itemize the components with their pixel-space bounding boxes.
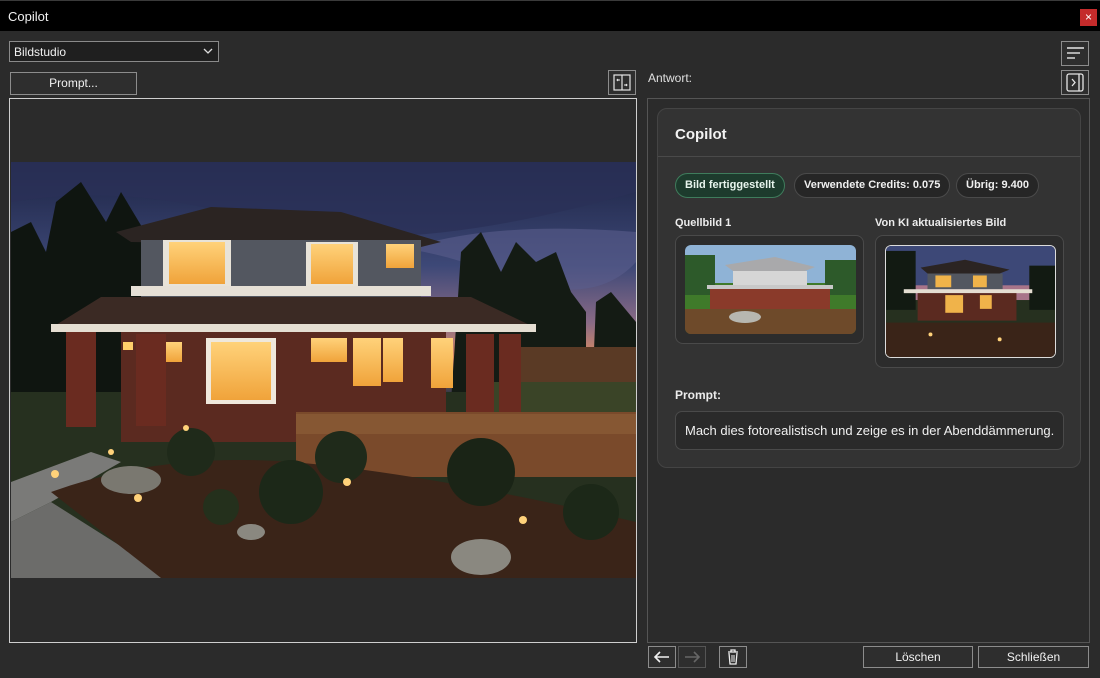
trash-button[interactable] (719, 646, 747, 668)
prompt-button[interactable]: Prompt... (10, 72, 137, 95)
house-dusk-image (11, 162, 636, 578)
updated-image-card[interactable] (875, 235, 1064, 368)
source-thumbnail (685, 245, 856, 334)
updated-image-label: Von KI aktualisiertes Bild (875, 217, 1007, 229)
prompt-label: Prompt: (675, 388, 721, 402)
mode-select[interactable]: Bildstudio (9, 41, 219, 62)
trash-icon (728, 649, 738, 665)
source-image-card[interactable] (675, 235, 864, 344)
title-bar: Copilot × (0, 0, 1100, 31)
close-button[interactable]: Schließen (978, 646, 1089, 668)
arrow-left-icon (653, 651, 669, 663)
image-canvas[interactable] (9, 98, 637, 643)
panel-toggle-button[interactable] (1061, 70, 1089, 95)
swap-panels-icon (613, 74, 631, 91)
copilot-card: Copilot Bild fertiggestellt Verwendete C… (657, 108, 1081, 468)
arrow-right-icon (685, 651, 701, 663)
back-button[interactable] (648, 646, 676, 668)
credits-badge: Verwendete Credits: 0.075 (794, 173, 951, 198)
close-icon[interactable]: × (1080, 9, 1097, 26)
card-title: Copilot (675, 126, 727, 143)
remaining-badge: Übrig: 9.400 (956, 173, 1039, 198)
sort-lines-icon (1067, 47, 1084, 59)
response-label: Antwort: (648, 71, 693, 85)
status-badge: Bild fertiggestellt (675, 173, 785, 198)
source-image-label: Quellbild 1 (675, 217, 732, 229)
swap-panels-button[interactable] (608, 70, 636, 95)
window-title: Copilot (8, 9, 49, 24)
divider (658, 156, 1080, 157)
mode-select-value: Bildstudio (14, 45, 67, 59)
panel-toggle-icon (1066, 73, 1084, 92)
delete-button[interactable]: Löschen (863, 646, 973, 668)
updated-thumbnail (885, 245, 1056, 358)
prompt-text: Mach dies fotorealistisch und zeige es i… (675, 411, 1064, 450)
chevron-down-icon (203, 48, 213, 54)
forward-button[interactable] (678, 646, 706, 668)
response-pane[interactable]: Copilot Bild fertiggestellt Verwendete C… (647, 98, 1090, 643)
options-button[interactable] (1061, 41, 1089, 66)
